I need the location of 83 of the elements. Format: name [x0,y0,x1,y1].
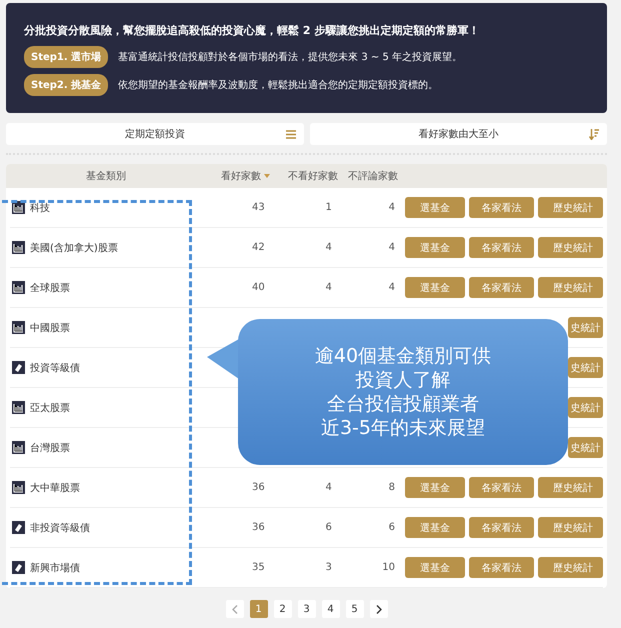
page-button[interactable]: 4 [322,600,340,618]
page-button[interactable]: 5 [346,600,364,618]
action-button[interactable]: 各家看法 [469,277,534,298]
callout-pointer [207,339,239,379]
bar-chart-icon [12,281,25,294]
ticket-icon [12,521,25,534]
table-cell: 3 [325,562,332,573]
next-page-button[interactable] [370,600,388,618]
action-button[interactable]: 歷史統計 [538,197,603,218]
action-button[interactable]: 史統計 [568,317,603,338]
category-name: 大中華股票 [30,482,80,494]
step-text: 依您期望的基金報酬率及波動度，輕鬆挑出適合您的定期定額投資標的。 [118,78,438,92]
column-header: 基金類別 [86,171,126,182]
action-button[interactable]: 史統計 [568,437,603,458]
table-cell: 8 [388,482,395,493]
bar-chart-icon [12,241,25,254]
column-header: 不看好家數 [288,171,338,182]
action-button[interactable]: 史統計 [568,397,603,418]
category-name: 台灣股票 [30,442,70,454]
table-cell: 43 [252,202,265,213]
action-button[interactable]: 選基金 [405,557,465,578]
category-name: 非投資等級債 [30,522,90,534]
step-text: 基富通統計投信投顧對於各個市場的看法，提供您未來 3 ~ 5 年之投資展望。 [118,50,462,64]
step-badge: Step2. 挑基金 [24,74,108,96]
column-header[interactable]: 看好家數 [221,171,270,182]
action-button[interactable]: 各家看法 [469,237,534,258]
category-name: 科技 [30,202,50,214]
bar-chart-icon [12,321,25,334]
category-name: 全球股票 [30,282,70,294]
ticket-icon [12,561,25,574]
bar-chart-icon [12,401,25,414]
table-cell: 40 [252,282,265,293]
action-button[interactable]: 歷史統計 [538,237,603,258]
dropdown[interactable]: 看好家數由大至小 [310,123,607,145]
action-button[interactable]: 各家看法 [469,197,534,218]
action-button[interactable]: 選基金 [405,517,465,538]
action-button[interactable]: 各家看法 [469,477,534,498]
table-cell: 35 [252,562,265,573]
action-button[interactable]: 歷史統計 [538,277,603,298]
column-header: 不評論家數 [348,171,398,182]
table-cell: 4 [325,482,332,493]
table-cell: 42 [252,242,265,253]
action-button[interactable]: 選基金 [405,237,465,258]
bar-chart-icon [12,441,25,454]
sort-icon [589,128,599,140]
category-name: 新興市場債 [30,562,80,574]
action-button[interactable]: 史統計 [568,357,603,378]
menu-icon [286,130,296,138]
caret-icon [264,174,270,178]
ticket-icon [12,361,25,374]
category-name: 美國(含加拿大)股票 [30,242,118,254]
action-button[interactable]: 歷史統計 [538,557,603,578]
table-cell: 4 [325,242,332,253]
action-button[interactable]: 歷史統計 [538,477,603,498]
table-cell: 10 [382,562,395,573]
category-name: 亞太股票 [30,402,70,414]
table-cell: 36 [252,482,265,493]
banner-title: 分批投資分散風險，幫您擺脫追高殺低的投資心魔，輕鬆 2 步驟讓您挑出定期定額的常勝軍！ [24,23,480,38]
chevron-right-icon [376,604,382,614]
table-cell: 4 [388,282,395,293]
category-name: 投資等級債 [30,362,80,374]
page-button[interactable]: 1 [250,600,268,618]
chevron-left-icon [232,604,238,614]
table-cell: 6 [325,522,332,533]
action-button[interactable]: 各家看法 [469,557,534,578]
table-cell: 4 [325,282,332,293]
callout-text: 逾40個基金類別可供 投資人了解 全台投信投顧業者 近3-5年的未來展望 [314,344,492,440]
page-button[interactable]: 2 [274,600,292,618]
action-button[interactable]: 各家看法 [469,517,534,538]
dropdown[interactable]: 定期定額投資 [6,123,304,145]
table-cell: 6 [388,522,395,533]
action-button[interactable]: 選基金 [405,277,465,298]
table-cell: 36 [252,522,265,533]
table-cell: 4 [388,242,395,253]
page-button[interactable]: 3 [298,600,316,618]
action-button[interactable]: 選基金 [405,477,465,498]
table-cell: 1 [325,202,332,213]
action-button[interactable]: 歷史統計 [538,517,603,538]
action-button[interactable]: 選基金 [405,197,465,218]
table-cell: 4 [388,202,395,213]
bar-chart-icon [12,481,25,494]
step-badge: Step1. 選市場 [24,46,108,68]
category-name: 中國股票 [30,322,70,334]
